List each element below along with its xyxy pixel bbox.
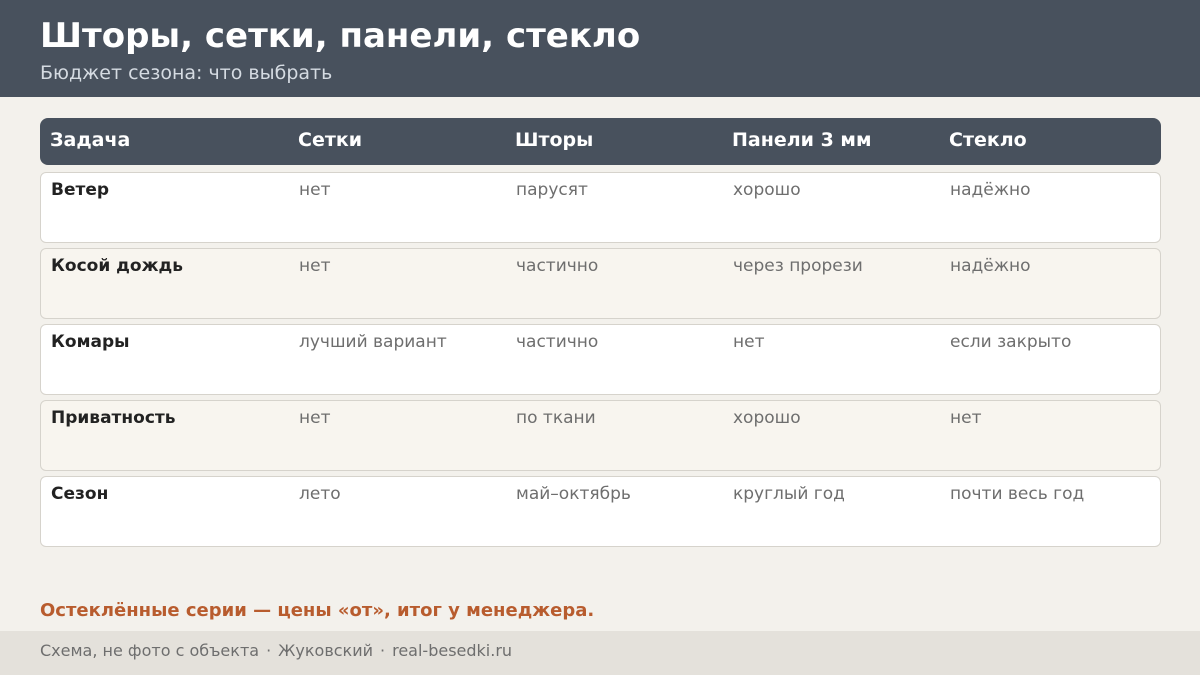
column-header-panels: Панели 3 мм	[732, 129, 872, 151]
table-row: Ветер нет парусят хорошо надёжно	[40, 172, 1161, 243]
table-cell: почти весь год	[950, 484, 1085, 504]
footer-caption: Схема, не фото с объекта	[40, 641, 260, 660]
table-cell: частично	[516, 332, 599, 352]
table-cell: нет	[299, 180, 331, 200]
footer-separator: ·	[380, 641, 386, 660]
table-cell: парусят	[516, 180, 588, 200]
column-header-curtains: Шторы	[515, 129, 594, 151]
row-task-label: Сезон	[51, 484, 109, 504]
column-header-nets: Сетки	[298, 129, 363, 151]
table-row: Косой дождь нет частично через прорези н…	[40, 248, 1161, 319]
table-header-row: Задача Сетки Шторы Панели 3 мм Стекло	[40, 118, 1161, 165]
footer-text: Схема, не фото с объекта · Жуковский · real-…	[40, 631, 1200, 671]
table-cell: лето	[299, 484, 341, 504]
column-header-glass: Стекло	[949, 129, 1027, 151]
table-cell: лучший вариант	[299, 332, 447, 352]
column-header-task: Задача	[50, 129, 131, 151]
footer-city: Жуковский	[278, 641, 373, 660]
row-task-label: Комары	[51, 332, 130, 352]
table-cell: надёжно	[950, 256, 1031, 276]
table-row: Комары лучший вариант частично нет если …	[40, 324, 1161, 395]
page-footer: Схема, не фото с объекта · Жуковский · real-…	[0, 631, 1200, 675]
table-row: Сезон лето май–октябрь круглый год почти…	[40, 476, 1161, 547]
pricing-note: Остеклённые серии — цены «от», итог у ме…	[40, 600, 595, 621]
table-cell: нет	[299, 256, 331, 276]
row-task-label: Ветер	[51, 180, 110, 200]
footer-separator: ·	[266, 641, 272, 660]
table-cell: частично	[516, 256, 599, 276]
table-cell: хорошо	[733, 180, 801, 200]
footer-site-link[interactable]: real-besedki.ru	[392, 641, 512, 660]
row-task-label: Косой дождь	[51, 256, 183, 276]
table-cell: надёжно	[950, 180, 1031, 200]
table-cell: если закрыто	[950, 332, 1072, 352]
table-row: Приватность нет по ткани хорошо нет	[40, 400, 1161, 471]
table-cell: нет	[299, 408, 331, 428]
table-cell: нет	[950, 408, 982, 428]
table-cell: через прорези	[733, 256, 863, 276]
table-cell: нет	[733, 332, 765, 352]
table-cell: хорошо	[733, 408, 801, 428]
table-cell: май–октябрь	[516, 484, 631, 504]
row-task-label: Приватность	[51, 408, 176, 428]
page-header: Шторы, сетки, панели, стекло Бюджет сезо…	[0, 0, 1200, 97]
table-cell: круглый год	[733, 484, 845, 504]
page-title: Шторы, сетки, панели, стекло	[40, 16, 641, 56]
table-cell: по ткани	[516, 408, 596, 428]
page-subtitle: Бюджет сезона: что выбрать	[40, 62, 333, 84]
